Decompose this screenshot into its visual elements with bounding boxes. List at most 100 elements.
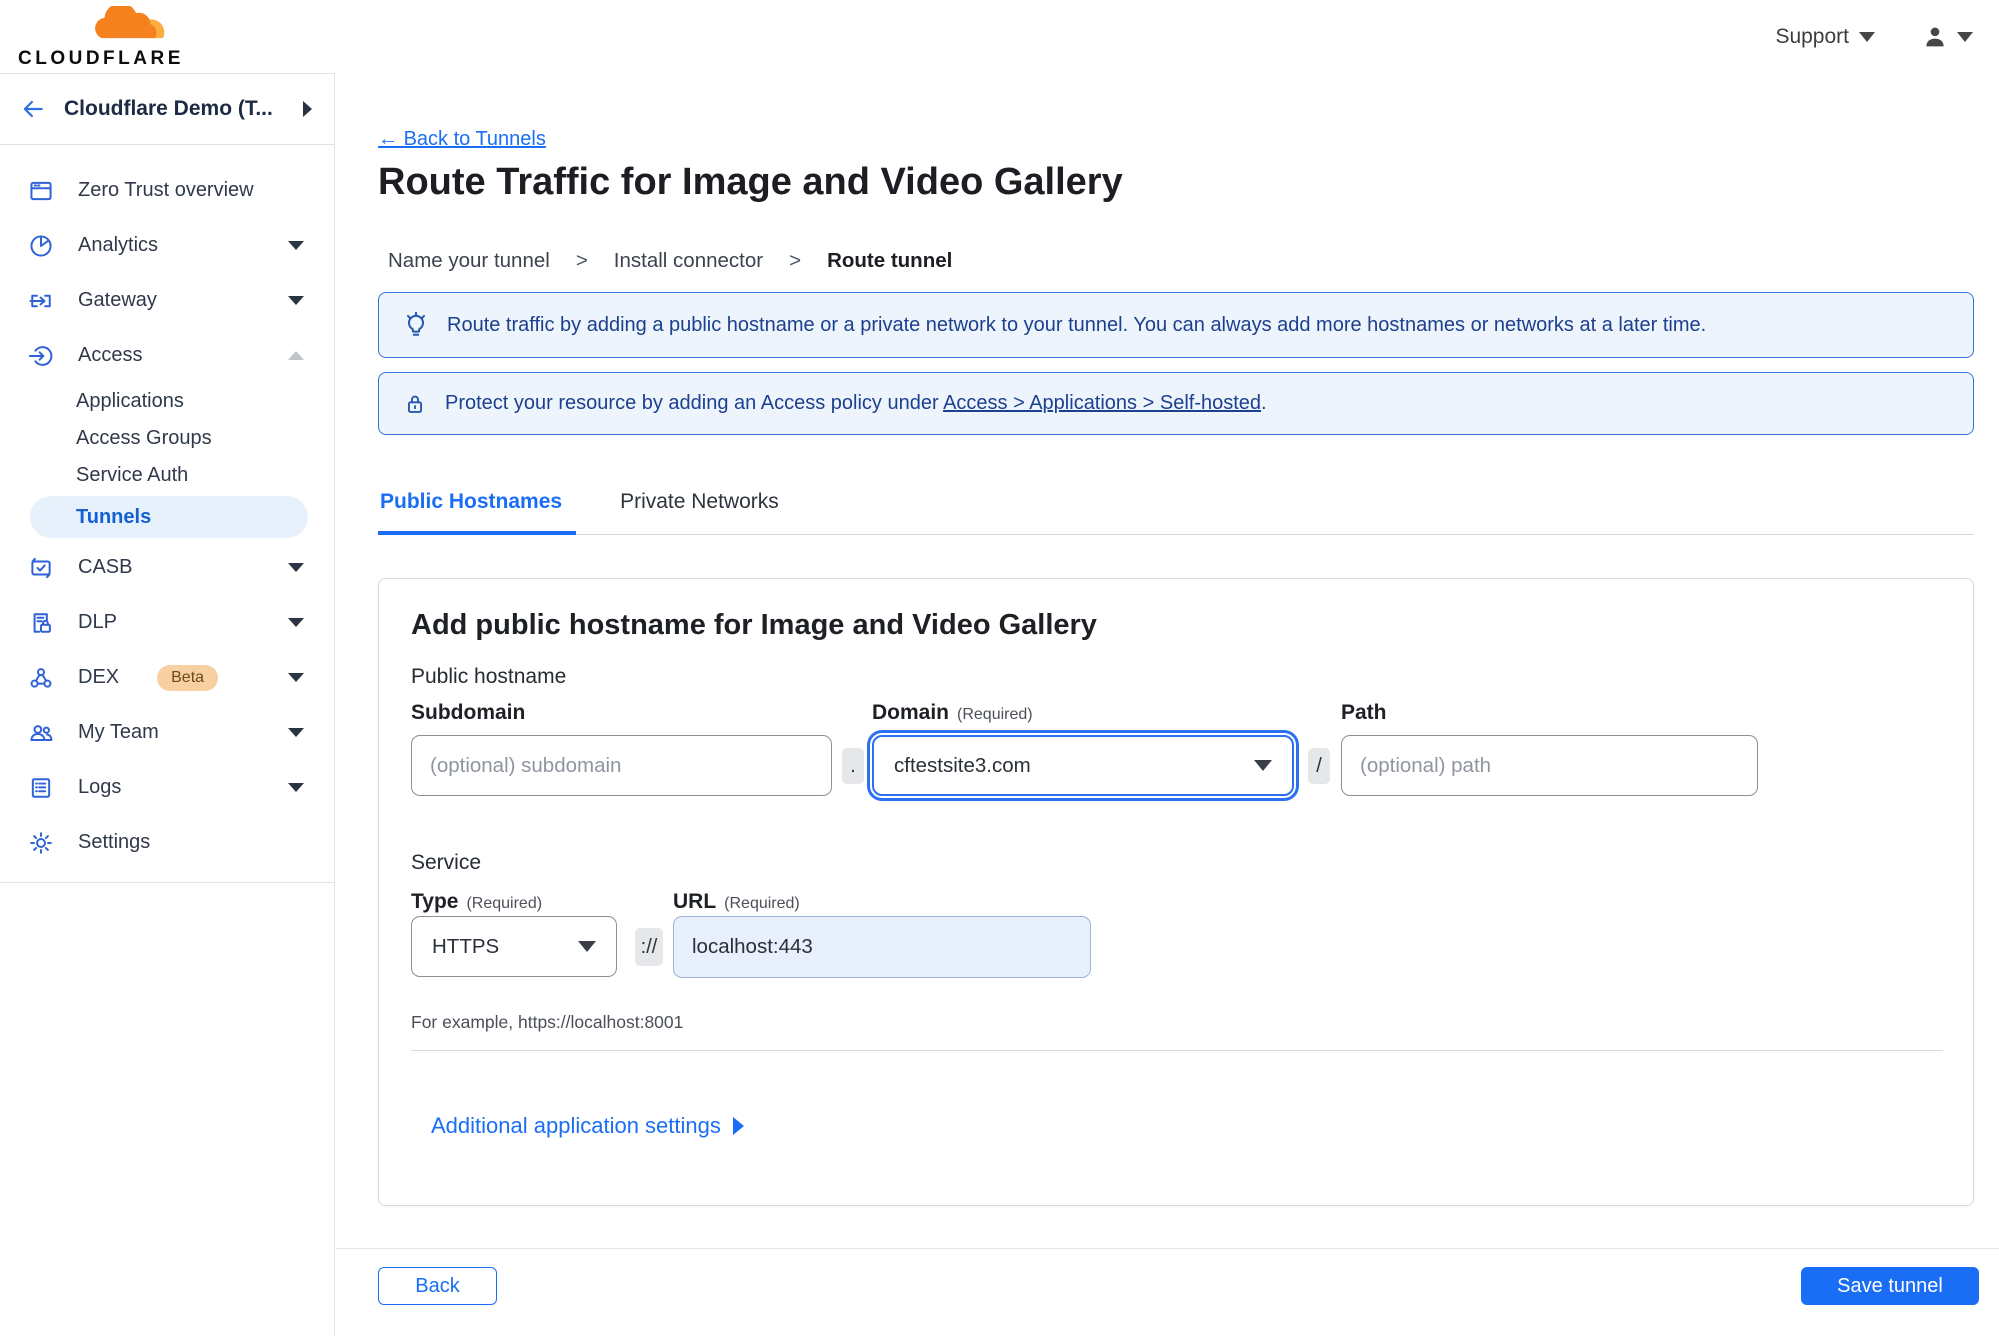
footer-divider (336, 1248, 1999, 1249)
page-title: Route Traffic for Image and Video Galler… (378, 161, 1123, 203)
cloudflare-cloud-icon (88, 6, 178, 50)
lock-icon (401, 390, 429, 418)
card-heading: Add public hostname for Image and Video … (411, 609, 1097, 641)
domain-select[interactable]: cftestsite3.com (872, 735, 1294, 796)
service-section-label: Service (411, 851, 482, 874)
dot-separator: . (842, 748, 864, 784)
casb-icon (26, 553, 56, 583)
sidebar-item-label: Settings (78, 831, 151, 853)
support-menu[interactable]: Support (1775, 25, 1875, 49)
user-icon (1921, 23, 1949, 51)
chevron-down-icon (288, 783, 304, 792)
sidebar-item-label: Analytics (78, 234, 159, 256)
sidebar-item-label: My Team (78, 721, 159, 743)
back-to-tunnels-link[interactable]: ← Back to Tunnels (378, 128, 546, 151)
step-name-your-tunnel[interactable]: Name your tunnel (388, 249, 550, 273)
service-url-input[interactable] (673, 916, 1091, 978)
sidebar-item-label: Tunnels (76, 505, 152, 528)
access-icon (26, 341, 56, 371)
access-applications-self-hosted-link[interactable]: Access > Applications > Self-hosted (943, 392, 1261, 414)
cloudflare-logo[interactable]: CLOUDFLARE (16, 4, 196, 70)
sidebar-item-label: DEX (78, 666, 120, 688)
sidebar-item-access-groups[interactable]: Access Groups (0, 420, 334, 457)
sidebar-item-label: Access Groups (76, 427, 212, 449)
sidebar-item-tunnels[interactable]: Tunnels (30, 496, 308, 538)
sidebar-item-dex[interactable]: DEX Beta (0, 650, 334, 705)
sidebar-item-label: Logs (78, 776, 122, 798)
chevron-down-icon (1957, 31, 1973, 42)
step-install-connector[interactable]: Install connector (614, 249, 763, 273)
chevron-down-icon (288, 728, 304, 737)
path-label: Path (1341, 701, 1387, 725)
protect-text-suffix: . (1261, 392, 1267, 414)
sidebar-item-label: Applications (76, 390, 184, 412)
sidebar-item-access[interactable]: Access (0, 328, 334, 383)
info-banner-route-traffic: Route traffic by adding a public hostnam… (378, 292, 1974, 358)
path-input[interactable] (1341, 735, 1758, 796)
info-banner-protect: Protect your resource by adding an Acces… (378, 372, 1974, 435)
support-label: Support (1775, 24, 1849, 48)
path-label-text: Path (1341, 701, 1387, 724)
url-label-text: URL (673, 890, 717, 913)
tab-private-networks[interactable]: Private Networks (620, 490, 779, 534)
slash-separator: / (1308, 748, 1330, 784)
url-example-hint: For example, https://localhost:8001 (411, 1012, 684, 1032)
sidebar-item-logs[interactable]: Logs (0, 760, 334, 815)
additional-settings-label: Additional application settings (431, 1113, 721, 1138)
team-switcher[interactable]: Cloudflare Demo (T... (0, 73, 334, 145)
chevron-down-icon (288, 618, 304, 627)
sidebar: Cloudflare Demo (T... Zero Trust overvie… (0, 73, 335, 1336)
sidebar-item-service-auth[interactable]: Service Auth (0, 457, 334, 494)
domain-label: Domain (Required) (872, 701, 1033, 725)
chevron-down-icon (288, 673, 304, 682)
pie-chart-icon (26, 231, 56, 261)
sidebar-item-label: Service Auth (76, 464, 189, 486)
domain-label-text: Domain (872, 701, 950, 724)
chevron-down-icon (288, 563, 304, 572)
beta-badge: Beta (157, 664, 219, 691)
type-label-text: Type (411, 890, 459, 913)
sidebar-item-label: Access (78, 344, 143, 366)
scheme-separator: :// (635, 928, 663, 966)
sidebar-item-analytics[interactable]: Analytics (0, 218, 334, 273)
user-menu[interactable] (1921, 23, 1973, 51)
tab-bar: Public Hostnames Private Networks (378, 490, 1974, 535)
chevron-right-icon (732, 1117, 744, 1135)
page: CLOUDFLARE Support Cloudflare Demo (T...… (0, 0, 1999, 1336)
subdomain-input[interactable] (411, 735, 832, 796)
sidebar-item-label: Gateway (78, 289, 157, 311)
chevron-right-icon (303, 101, 312, 117)
sidebar-item-dlp[interactable]: DLP (0, 595, 334, 650)
subdomain-label-text: Subdomain (411, 701, 526, 724)
type-label: Type (Required) (411, 890, 542, 914)
back-arrow-icon (20, 96, 46, 122)
tab-public-hostnames[interactable]: Public Hostnames (378, 490, 577, 535)
subdomain-label: Subdomain (411, 701, 525, 725)
required-hint: (Required) (724, 895, 800, 912)
public-hostname-section-label: Public hostname (411, 665, 567, 688)
back-button[interactable]: Back (378, 1267, 497, 1305)
chevron-down-icon (1859, 31, 1875, 42)
sidebar-item-label: CASB (78, 556, 133, 578)
additional-application-settings-link[interactable]: Additional application settings (431, 1113, 744, 1139)
sidebar-item-my-team[interactable]: My Team (0, 705, 334, 760)
breadcrumb-separator: > (575, 249, 588, 272)
sidebar-item-zero-trust-overview[interactable]: Zero Trust overview (0, 163, 334, 218)
card-divider (411, 1050, 1943, 1051)
save-tunnel-button[interactable]: Save tunnel (1801, 1267, 1979, 1305)
document-lock-icon (26, 608, 56, 638)
sidebar-item-gateway[interactable]: Gateway (0, 273, 334, 328)
gear-icon (26, 828, 56, 858)
sidebar-item-settings[interactable]: Settings (0, 815, 334, 870)
sidebar-item-applications[interactable]: Applications (0, 383, 334, 420)
dex-nodes-icon (26, 663, 56, 693)
team-people-icon (26, 718, 56, 748)
back-link-label: Back to Tunnels (403, 128, 546, 150)
chevron-down-icon (288, 296, 304, 305)
info-banner-text: Route traffic by adding a public hostnam… (447, 313, 1707, 336)
browser-window-icon (26, 176, 56, 206)
service-type-select[interactable]: HTTPS (411, 916, 617, 977)
sidebar-item-casb[interactable]: CASB (0, 540, 334, 595)
main-content: ← Back to Tunnels Route Traffic for Imag… (336, 73, 1999, 1336)
url-label: URL (Required) (673, 890, 800, 914)
